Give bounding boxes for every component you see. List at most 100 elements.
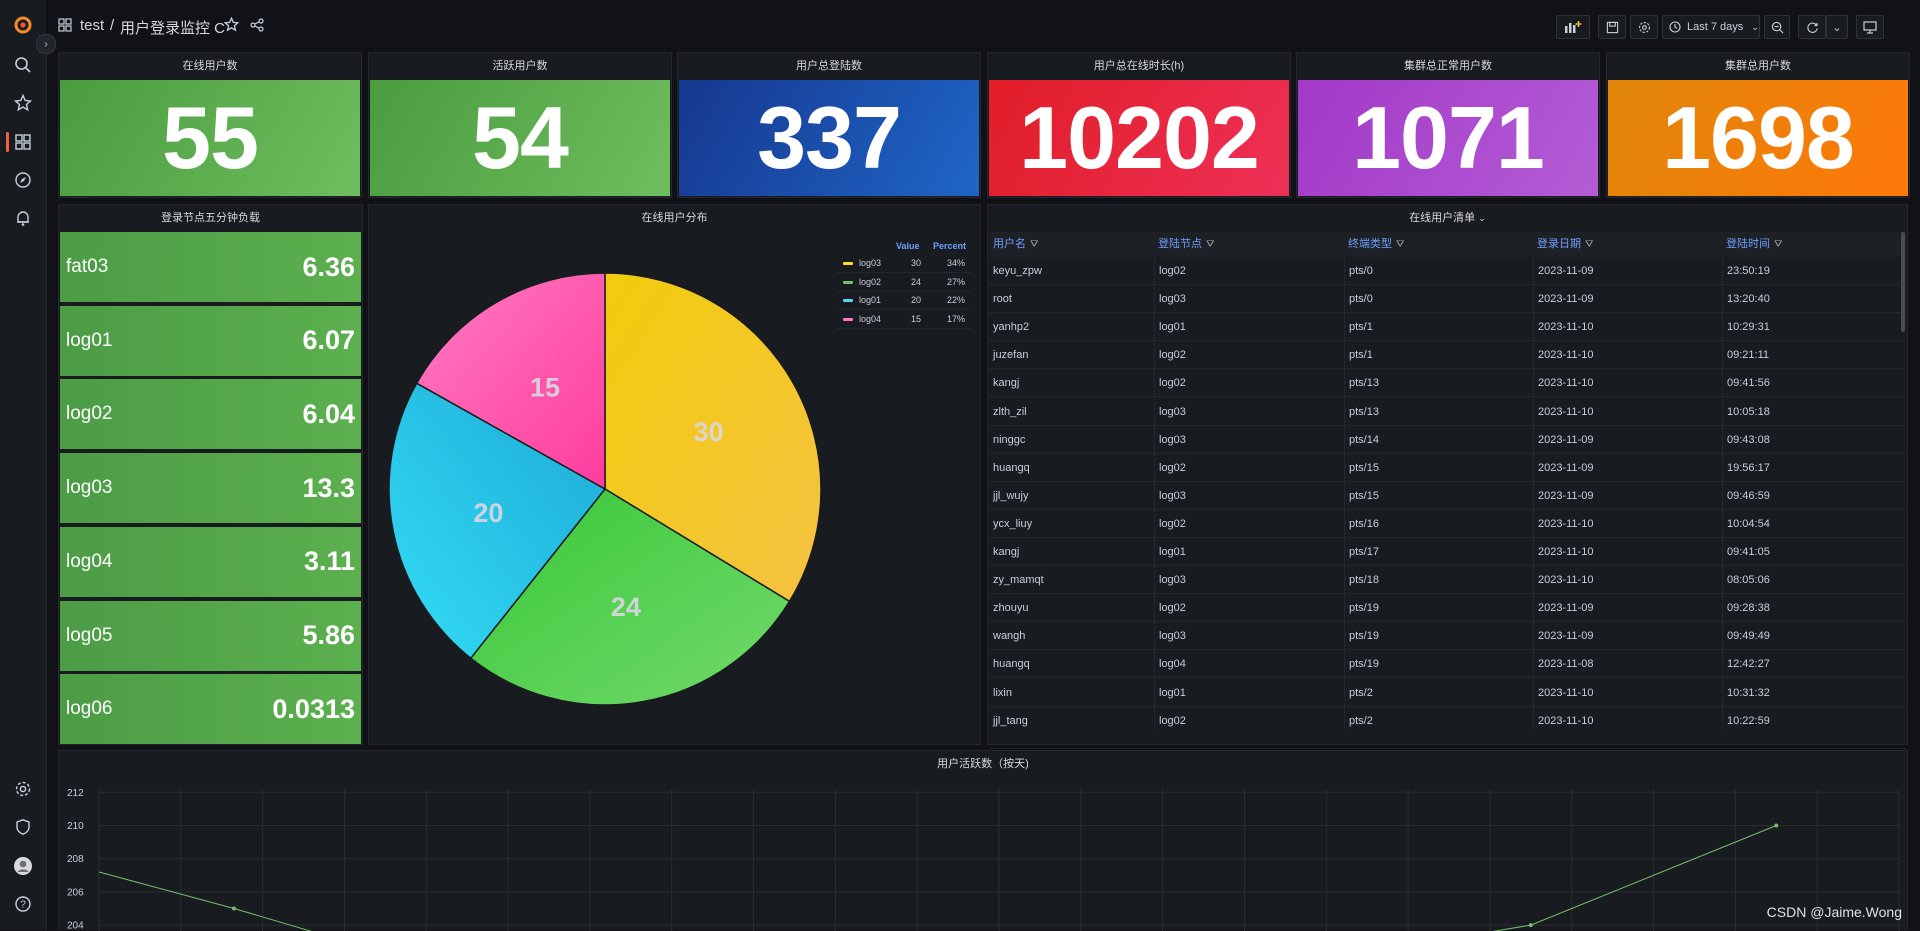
table-row[interactable]: kangj log02 pts/13 2023-11-10 09:41:56 xyxy=(989,369,1906,398)
load-bar-row: log02 6.04 xyxy=(60,379,361,450)
data-point[interactable] xyxy=(232,906,236,911)
table-cell: pts/19 xyxy=(1344,650,1533,679)
column-header[interactable]: 用户名 ⛛ xyxy=(989,232,1154,257)
table-cell: yanhp2 xyxy=(993,321,1030,334)
stat-panel[interactable]: 用户总在线时长(h) 10202 xyxy=(987,52,1291,198)
svg-text:?: ? xyxy=(20,900,26,911)
clock-icon xyxy=(1669,21,1681,33)
column-header-label: 登录日期 xyxy=(1537,238,1581,250)
save-dashboard-icon[interactable] xyxy=(1598,15,1626,39)
table-row[interactable]: juzefan log02 pts/1 2023-11-10 09:21:11 xyxy=(989,341,1906,370)
online-user-distribution-panel[interactable]: 在线用户分布 30 24 20 15 Value Percent log03 30 34%… xyxy=(368,204,981,745)
y-tick-label: 208 xyxy=(67,854,84,865)
help-icon[interactable]: ? xyxy=(12,893,34,915)
table-cell: log03 xyxy=(1154,285,1344,314)
table-cell: log01 xyxy=(1154,313,1344,342)
panel-title[interactable]: 在线用户清单 ⌄ xyxy=(988,205,1907,231)
legend-row[interactable]: log04 15 17% xyxy=(837,311,971,329)
stat-panel[interactable]: 在线用户数 55 xyxy=(58,52,362,198)
user-avatar-icon[interactable] xyxy=(12,855,34,877)
filter-funnel-icon[interactable]: ⛛ xyxy=(1774,239,1782,250)
legend-header-percent[interactable]: Percent xyxy=(933,241,966,251)
star-dashboard-icon[interactable] xyxy=(223,16,240,36)
node-load-panel[interactable]: 登录节点五分钟负载 fat03 6.36 log01 6.07 log02 6.04 log… xyxy=(58,204,363,745)
panel-menu-chevron-icon: ⌄ xyxy=(1478,213,1486,223)
expand-menu-chevron-icon[interactable]: › xyxy=(36,34,56,54)
filter-funnel-icon[interactable]: ⛛ xyxy=(1396,239,1404,250)
data-point[interactable] xyxy=(1528,923,1533,928)
load-bar-row: log06 0.0313 xyxy=(60,674,361,745)
table-cell: kangj xyxy=(993,377,1020,390)
table-row[interactable]: kangj log01 pts/17 2023-11-10 09:41:05 xyxy=(989,538,1906,566)
legend-row[interactable]: log01 20 22% xyxy=(837,292,971,310)
add-panel-button[interactable] xyxy=(1556,15,1590,39)
stat-panel[interactable]: 用户总登陆数 337 xyxy=(677,52,981,198)
user-activity-panel[interactable]: 用户活跃数（按天) 212 210 208 206 204 xyxy=(58,750,1908,931)
load-value: 3.11 xyxy=(303,546,355,577)
table-cell: jjl_wujy xyxy=(993,489,1029,502)
data-point[interactable] xyxy=(1774,823,1779,828)
stat-value: 1071 xyxy=(1298,80,1598,196)
table-cell: pts/17 xyxy=(1344,538,1533,566)
search-icon[interactable] xyxy=(12,54,34,76)
table-cell: log02 xyxy=(1154,369,1344,398)
y-tick-label: 212 xyxy=(67,788,84,799)
zoom-out-time-icon[interactable] xyxy=(1764,15,1790,39)
column-header[interactable]: 登录日期 ⛛ xyxy=(1533,232,1722,257)
table-row[interactable]: huangq log04 pts/19 2023-11-08 12:42:27 xyxy=(989,650,1906,679)
side-menu: ? xyxy=(0,0,47,930)
refresh-icon[interactable] xyxy=(1798,15,1826,39)
legend-percent: 22% xyxy=(947,295,966,305)
configuration-gear-icon[interactable] xyxy=(12,778,34,800)
table-cell: pts/18 xyxy=(1344,566,1533,595)
legend-header-value[interactable]: Value xyxy=(896,241,920,251)
column-header[interactable]: 终端类型 ⛛ xyxy=(1344,232,1533,257)
table-cell: 10:31:32 xyxy=(1722,678,1906,707)
server-admin-shield-icon[interactable] xyxy=(12,816,34,838)
table-row[interactable]: ninggc log03 pts/14 2023-11-09 09:43:08 xyxy=(989,425,1906,454)
starred-icon[interactable] xyxy=(12,92,34,114)
table-row[interactable]: yanhp2 log01 pts/1 2023-11-10 10:29:31 xyxy=(989,313,1906,342)
table-row[interactable]: lixin log01 pts/2 2023-11-10 10:31:32 xyxy=(989,678,1906,707)
stat-panel[interactable]: 集群总用户数 1698 xyxy=(1606,52,1910,198)
load-value: 6.36 xyxy=(302,251,355,282)
table-row[interactable]: huangq log02 pts/15 2023-11-09 19:56:17 xyxy=(989,453,1906,482)
legend-row[interactable]: log02 24 27% xyxy=(837,274,971,292)
table-row[interactable]: zlth_zil log03 pts/13 2023-11-10 10:05:18 xyxy=(989,397,1906,426)
stat-panel[interactable]: 集群总正常用户数 1071 xyxy=(1296,52,1600,198)
breadcrumb-folder[interactable]: test xyxy=(80,17,104,34)
filter-funnel-icon[interactable]: ⛛ xyxy=(1030,239,1038,250)
column-header-label: 登陆时间 xyxy=(1726,238,1770,250)
dashboards-icon[interactable] xyxy=(12,131,34,153)
time-range-picker[interactable]: Last 7 days ⌄ xyxy=(1662,15,1760,39)
table-row[interactable]: ycx_liuy log02 pts/16 2023-11-10 10:04:54 xyxy=(989,509,1906,538)
filter-funnel-icon[interactable]: ⛛ xyxy=(1206,239,1214,250)
explore-icon[interactable] xyxy=(12,169,34,191)
legend-row[interactable]: log03 30 34% xyxy=(837,255,971,273)
table-cell: log02 xyxy=(1154,453,1344,482)
table-row[interactable]: root log03 pts/0 2023-11-09 13:20:40 xyxy=(989,285,1906,314)
table-row[interactable]: keyu_zpw log02 pts/0 2023-11-09 23:50:19 xyxy=(989,257,1906,285)
stat-panel[interactable]: 活跃用户数 54 xyxy=(368,52,672,198)
dashboard-settings-gear-icon[interactable] xyxy=(1630,15,1658,39)
breadcrumb-dashboard-title[interactable]: 用户登录监控 C xyxy=(120,17,225,38)
table-scrollbar[interactable] xyxy=(1901,232,1905,332)
table-row[interactable]: zy_mamqt log03 pts/18 2023-11-10 08:05:06 xyxy=(989,566,1906,595)
table-row[interactable]: wangh log03 pts/19 2023-11-09 09:49:49 xyxy=(989,622,1906,651)
table-cell: log03 xyxy=(1154,622,1344,651)
table-row[interactable]: zhouyu log02 pts/19 2023-11-09 09:28:38 xyxy=(989,594,1906,623)
table-cell: zhouyu xyxy=(993,602,1029,615)
share-icon[interactable] xyxy=(250,18,264,36)
dashboards-grid-icon[interactable] xyxy=(58,18,72,36)
legend-color-swatch xyxy=(843,280,853,284)
alerting-bell-icon[interactable] xyxy=(12,207,34,229)
tv-mode-monitor-icon[interactable] xyxy=(1856,15,1884,39)
table-row[interactable]: jjl_wujy log03 pts/15 2023-11-09 09:46:59 xyxy=(989,481,1906,510)
column-header[interactable]: 登陆节点 ⛛ xyxy=(1154,232,1344,257)
column-header[interactable]: 登陆时间 ⛛ xyxy=(1722,232,1906,257)
table-cell: 2023-11-08 xyxy=(1533,650,1722,679)
refresh-interval-chevron-icon[interactable]: ⌄ xyxy=(1826,15,1848,39)
filter-funnel-icon[interactable]: ⛛ xyxy=(1585,239,1593,250)
table-cell: pts/14 xyxy=(1344,425,1533,454)
grafana-logo-icon[interactable] xyxy=(12,14,34,36)
